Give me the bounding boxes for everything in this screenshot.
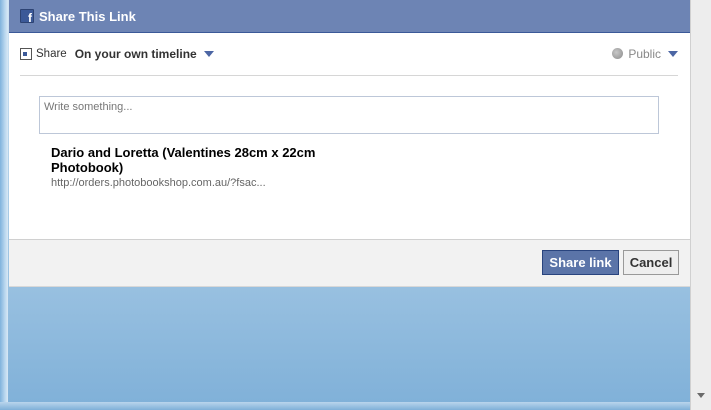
message-input[interactable] [39, 96, 659, 134]
facebook-logo-icon: f [20, 9, 34, 23]
link-title[interactable]: Dario and Loretta (Valentines 28cm x 22c… [51, 145, 351, 175]
window-border-left [0, 0, 8, 410]
cancel-button[interactable]: Cancel [623, 250, 679, 275]
dialog-footer: Share link Cancel [9, 239, 690, 286]
privacy-value: Public [628, 46, 661, 61]
dialog-titlebar: f Share This Link [9, 0, 690, 33]
share-destination-dropdown[interactable]: On your own timeline [75, 47, 214, 61]
link-url: http://orders.photobookshop.com.au/?fsac… [51, 177, 266, 189]
share-dialog: f Share This Link Share On your own time… [9, 0, 690, 287]
chevron-down-icon [668, 51, 678, 57]
share-icon [20, 47, 32, 60]
scroll-down-arrow-icon[interactable] [697, 393, 705, 398]
dialog-title: Share This Link [39, 8, 136, 24]
share-label: Share [36, 47, 67, 60]
chevron-down-icon [203, 51, 214, 57]
privacy-dropdown[interactable]: Public [612, 47, 678, 61]
vertical-scrollbar[interactable] [690, 0, 711, 410]
share-link-button[interactable]: Share link [542, 250, 619, 275]
share-destination-value: On your own timeline [74, 46, 197, 61]
globe-icon [612, 48, 624, 59]
link-preview: Dario and Loretta (Valentines 28cm x 22c… [51, 145, 351, 189]
window-frame: f Share This Link Share On your own time… [0, 0, 711, 410]
share-destination-bar: Share On your own timeline Public [20, 42, 678, 76]
window-border-bottom [0, 402, 711, 410]
